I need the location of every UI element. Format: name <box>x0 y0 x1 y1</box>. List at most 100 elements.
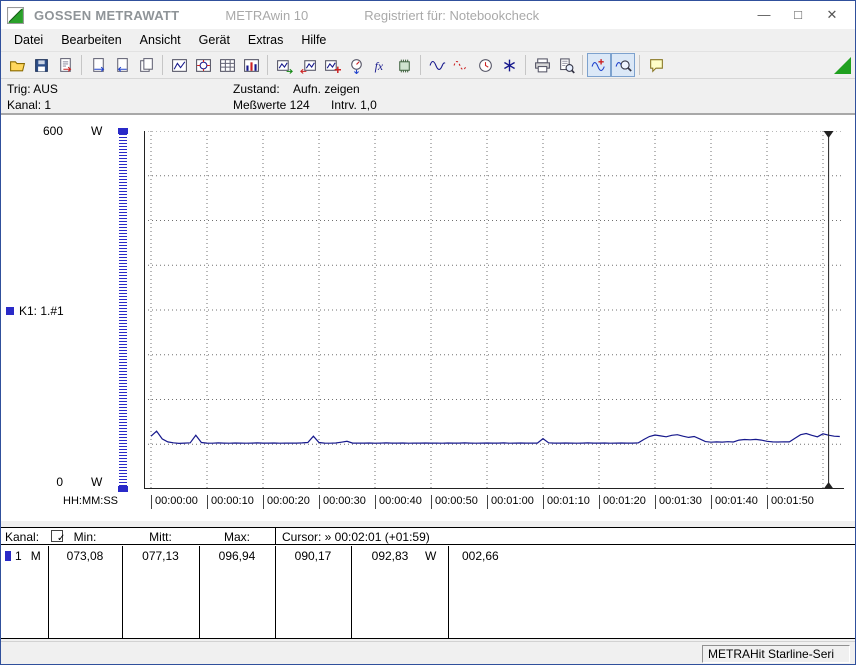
zoom-wave-icon <box>591 58 605 71</box>
cursor-a-value: 090,17 <box>294 549 332 563</box>
toolbar-separator <box>162 55 163 75</box>
menu-hilfe[interactable]: Hilfe <box>292 31 335 49</box>
x-axis-label: 00:00:20 <box>263 495 310 509</box>
minimize-button[interactable]: — <box>747 1 781 29</box>
menu-bearbeiten[interactable]: Bearbeiten <box>52 31 130 49</box>
value-unit: W <box>425 549 437 563</box>
toolbar-button-note[interactable] <box>644 53 668 77</box>
view-curve-icon <box>171 58 187 72</box>
toolbar-separator <box>267 55 268 75</box>
x-axis: HH:MM:SS 00:00:00 00:00:10 00:00:20 00:00:3… <box>1 493 855 511</box>
x-axis-title: HH:MM:SS <box>63 495 118 507</box>
channel-status: Kanal: 1 <box>7 98 52 112</box>
cursor-handle-bottom[interactable] <box>823 482 834 489</box>
y-axis-max-label: 600 <box>42 124 63 138</box>
close-button[interactable]: ✕ <box>815 1 849 29</box>
header-cursor-position: Cursor: » 00:02:01 (+01:59) <box>282 530 430 544</box>
cursor-handle-top[interactable] <box>823 131 834 138</box>
toolbar-button-star[interactable] <box>497 53 521 77</box>
toolbar-button-zoom-wave[interactable] <box>587 53 611 77</box>
clock-icon <box>478 58 492 72</box>
menu-ansicht[interactable]: Ansicht <box>131 31 190 49</box>
formula-icon: fx <box>374 59 383 72</box>
header-min: Min: <box>73 530 97 544</box>
title-bar: GOSSEN METRAWATT METRAwin 10 Registriert… <box>1 1 855 29</box>
open-file-icon <box>9 60 25 71</box>
toolbar-button-memory-chip[interactable] <box>392 53 416 77</box>
toolbar-button-meter-download[interactable] <box>344 53 368 77</box>
header-kanal: Kanal: <box>5 530 40 544</box>
toolbar-button-page-in[interactable] <box>110 53 134 77</box>
toolbar-button-view-curve[interactable] <box>167 53 191 77</box>
zoom-lens-icon <box>615 59 632 72</box>
toolbar-button-zoom-lens[interactable] <box>611 53 635 77</box>
chart-import-icon <box>299 59 316 74</box>
x-axis-label: 00:01:00 <box>487 495 534 509</box>
menu-geraet[interactable]: Gerät <box>190 31 239 49</box>
x-axis-label: 00:00:10 <box>207 495 254 509</box>
trigger-status: Trig: AUS <box>7 82 58 96</box>
toolbar-button-chart-import[interactable] <box>296 53 320 77</box>
state-label: Zustand: <box>233 82 280 96</box>
page-out-icon <box>92 57 104 72</box>
note-icon <box>649 58 663 73</box>
connection-level-icon <box>834 56 851 74</box>
power-plot[interactable] <box>144 131 844 489</box>
header-mitt: Mitt: <box>149 530 172 544</box>
y-axis-min-label: 0 <box>56 475 63 489</box>
menu-extras[interactable]: Extras <box>239 31 292 49</box>
column-divider <box>448 546 449 638</box>
toolbar-button-open-file[interactable] <box>5 53 29 77</box>
toolbar-button-save-file[interactable] <box>29 53 53 77</box>
print-preview-icon <box>559 57 575 74</box>
cursor-b-value: 092,83 <box>371 549 409 563</box>
page-in-icon <box>116 57 128 72</box>
x-axis-label: 00:01:40 <box>711 495 758 509</box>
title-registration: Registriert für: Notebookcheck <box>364 7 540 23</box>
toolbar-separator <box>639 55 640 75</box>
toolbar-button-chart-export[interactable] <box>272 53 296 77</box>
channel-legend: K1: 1.#1 <box>6 304 64 318</box>
header-max: Max: <box>223 530 250 544</box>
toolbar-button-wave-dotted[interactable] <box>449 53 473 77</box>
measurement-table: Kanal: ✓ Min: Mitt: Max: Cursor: » 00:02… <box>1 527 855 639</box>
channel-color-marker <box>5 551 11 561</box>
y-axis-ruler <box>118 128 128 492</box>
toolbar-separator <box>582 55 583 75</box>
toolbar-button-view-bars[interactable] <box>239 53 263 77</box>
samples-count: Meßwerte 124 <box>233 98 310 112</box>
wave-icon <box>429 60 445 70</box>
title-brand: GOSSEN METRAWATT <box>34 7 180 23</box>
app-logo-icon <box>7 6 24 24</box>
svg-text:fx: fx <box>374 59 383 72</box>
toolbar-button-view-meter[interactable] <box>191 53 215 77</box>
x-axis-label: 00:00:00 <box>151 495 198 509</box>
pages-icon <box>139 57 153 72</box>
toolbar-button-pages[interactable] <box>134 53 158 77</box>
channel-cell: 1 M <box>5 549 41 563</box>
x-axis-label: 00:01:10 <box>543 495 590 509</box>
menu-datei[interactable]: Datei <box>5 31 52 49</box>
toolbar-button-page-out[interactable] <box>86 53 110 77</box>
toolbar-button-print[interactable] <box>530 53 554 77</box>
toolbar-button-print-preview[interactable] <box>554 53 578 77</box>
memory-chip-icon <box>398 59 410 72</box>
title-app-name: METRAwin 10 <box>225 7 309 23</box>
chart-add-icon <box>324 59 341 73</box>
channel-mode: M <box>30 549 41 563</box>
save-file-icon <box>34 58 48 72</box>
toolbar-button-export-file[interactable] <box>53 53 77 77</box>
toolbar-button-wave[interactable] <box>425 53 449 77</box>
table-header: Kanal: ✓ Min: Mitt: Max: Cursor: » 00:02… <box>1 528 855 545</box>
toolbar-button-formula[interactable]: fx <box>368 53 392 77</box>
toolbar-button-chart-add[interactable] <box>320 53 344 77</box>
toolbar-button-view-table[interactable] <box>215 53 239 77</box>
toolbar-button-clock[interactable] <box>473 53 497 77</box>
state-value: Aufn. zeigen <box>293 82 360 96</box>
channel-legend-label: K1: 1.#1 <box>19 304 64 318</box>
view-bars-icon <box>243 58 259 72</box>
meter-download-icon <box>350 58 362 74</box>
toolbar-separator <box>525 55 526 75</box>
maximize-button[interactable]: □ <box>781 1 815 29</box>
connected-device: METRAHit Starline-Seri <box>702 645 850 663</box>
